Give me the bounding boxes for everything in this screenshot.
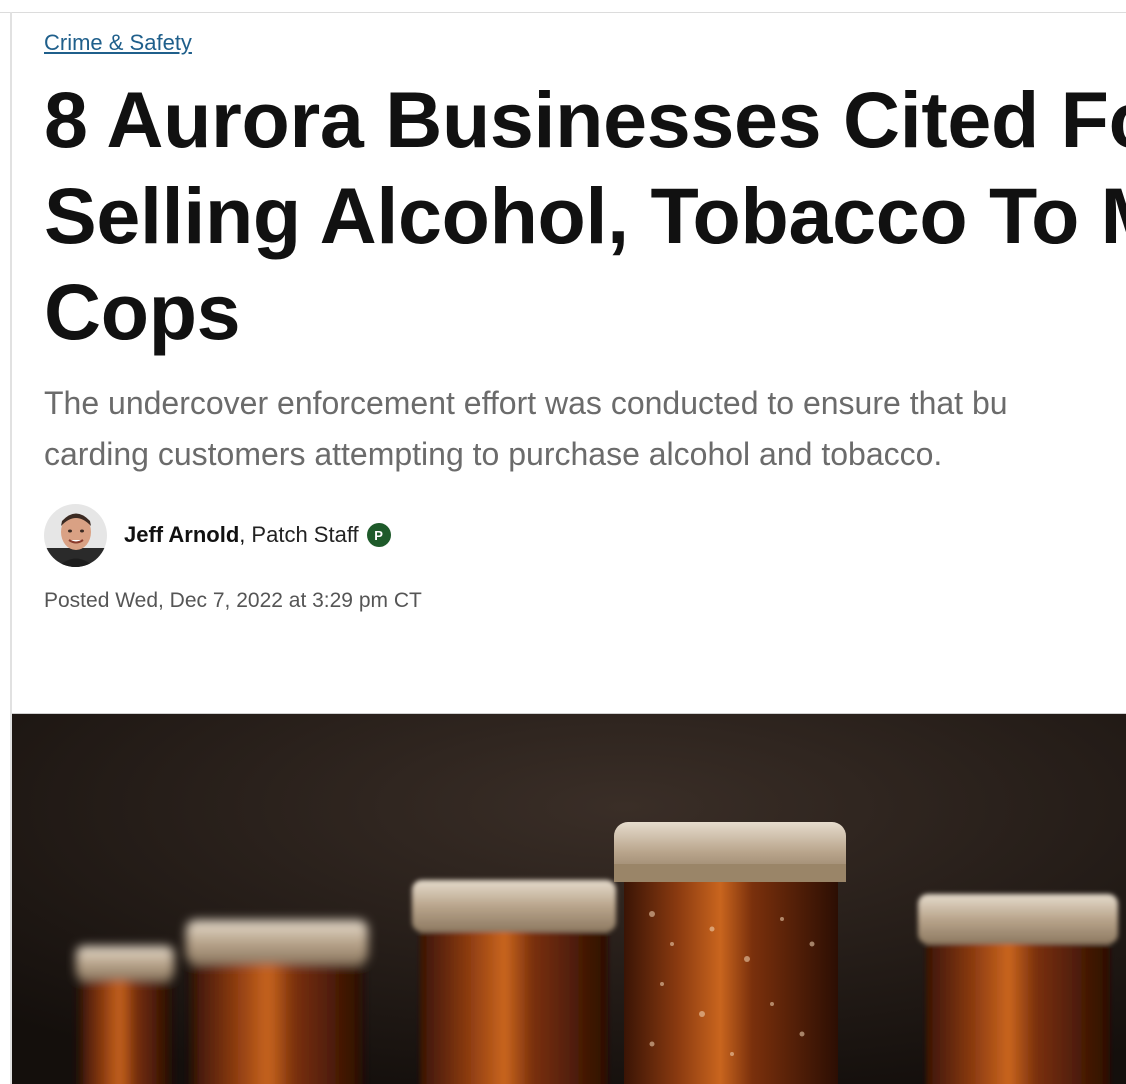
author-avatar[interactable] (44, 503, 107, 567)
patch-verified-icon: P (366, 523, 391, 547)
article-page: Crime & Safety 8 Aurora Businesses Cited… (0, 0, 1126, 1084)
headline-line: Selling Alcohol, Tobacco To Mi (44, 171, 1126, 260)
top-divider (0, 12, 1126, 13)
headline-line: Cops (44, 267, 241, 356)
subheadline: The undercover enforcement effort was co… (44, 378, 1126, 480)
author-separator: , (239, 522, 246, 547)
subhead-line: The undercover enforcement effort was co… (44, 385, 1008, 421)
byline: Jeff Arnold , Patch Staff P (44, 503, 1126, 567)
posted-date: Posted Wed, Dec 7, 2022 at 3:29 pm CT (44, 589, 422, 612)
beer-bottles-photo (12, 714, 1126, 1084)
headline: 8 Aurora Businesses Cited For Selling Al… (44, 72, 1126, 360)
headline-line: 8 Aurora Businesses Cited For (44, 75, 1126, 164)
article-header: Crime & Safety 8 Aurora Businesses Cited… (44, 26, 1126, 616)
category-link[interactable]: Crime & Safety (44, 26, 192, 60)
author-name[interactable]: Jeff Arnold (124, 522, 239, 548)
subhead-line: carding customers attempting to purchase… (44, 436, 943, 472)
hero-image (12, 713, 1126, 1084)
author-role: Patch Staff (251, 522, 359, 547)
